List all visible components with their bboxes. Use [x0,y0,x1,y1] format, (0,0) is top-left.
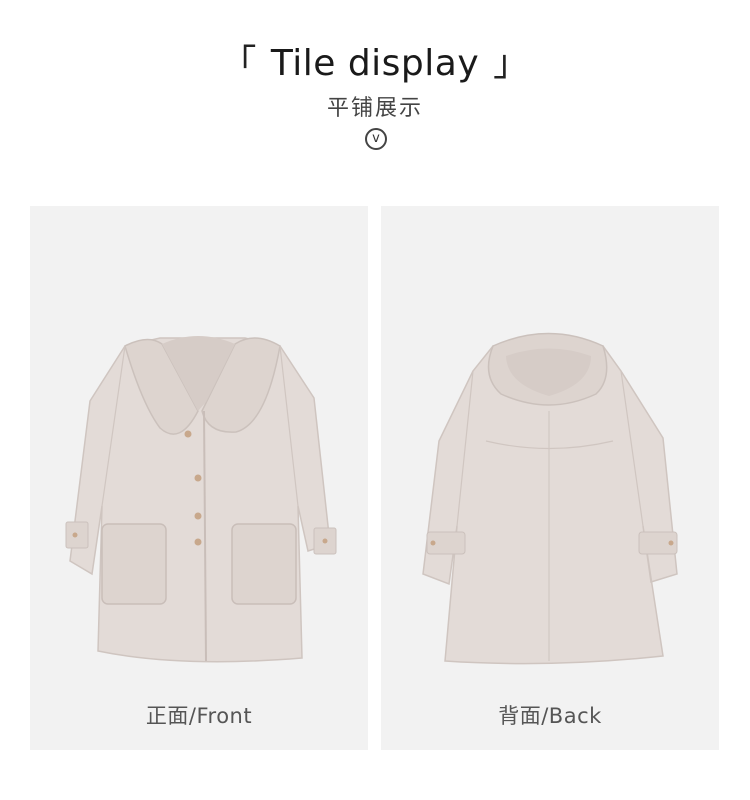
coat-back-image [422,332,678,665]
back-caption: 背面/Back [498,704,602,728]
back-view-panel: 背面/Back [381,206,719,750]
section-title: 「 Tile display 」 [0,34,750,86]
section-header: 「 Tile display 」 平铺展示 v [0,0,750,170]
title-bracket-close: 」 [493,43,530,84]
coat-front-image [65,336,337,663]
title-bracket-open: 「 [220,43,257,84]
section-subtitle: 平铺展示 [326,96,423,121]
title-text: Tile display [270,43,480,84]
front-caption: 正面/Front [145,704,253,728]
chevron-down-circle-icon: v [365,128,387,150]
front-view-panel: 正面/Front [30,206,368,750]
